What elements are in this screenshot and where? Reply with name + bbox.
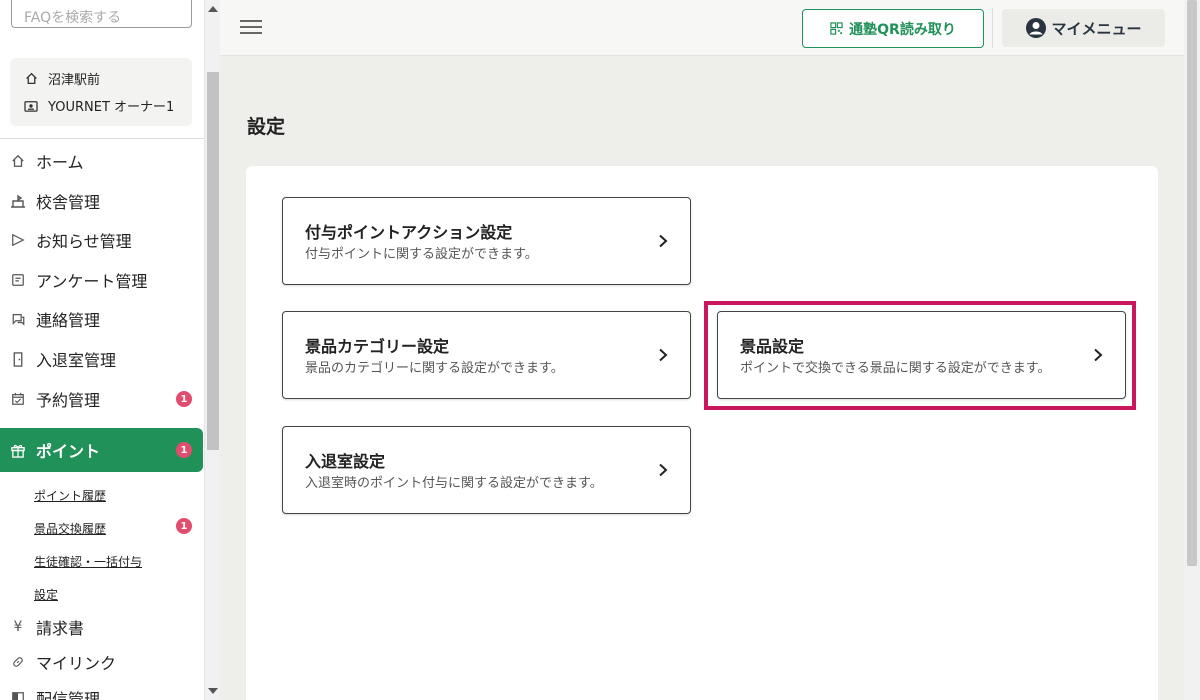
top-header: 通塾QR読み取り マイメニュー bbox=[220, 0, 1184, 56]
gift-icon bbox=[10, 442, 26, 458]
page-scrollbar[interactable] bbox=[1184, 0, 1200, 700]
user-name: YOURNET オーナー1 bbox=[48, 100, 175, 115]
card-description: 入退室時のポイント付与に関する設定ができます。 bbox=[305, 476, 603, 491]
my-menu-label: マイメニュー bbox=[1051, 19, 1142, 38]
school-row: 沼津駅前 bbox=[24, 69, 100, 88]
card-prize-settings[interactable]: 景品設定 ポイントで交換できる景品に関する設定ができます。 bbox=[717, 311, 1126, 399]
card-description: 景品のカテゴリーに関する設定ができます。 bbox=[305, 361, 564, 376]
divider bbox=[0, 138, 204, 139]
card-title: 景品設定 bbox=[740, 337, 805, 356]
door-icon bbox=[10, 351, 26, 367]
nav-item-news[interactable]: お知らせ管理 bbox=[10, 228, 132, 252]
link-icon bbox=[10, 654, 26, 670]
qr-button-label: 通塾QR読み取り bbox=[849, 21, 956, 38]
qr-code-icon bbox=[830, 22, 843, 35]
notification-badge: 1 bbox=[176, 442, 192, 458]
survey-icon bbox=[10, 272, 26, 288]
nav-item-mylink[interactable]: マイリンク bbox=[10, 650, 116, 674]
sidebar: FAQを検索する 沼津駅前 YOURNET オーナー1 ホーム 校舎管理 お知ら… bbox=[0, 0, 204, 700]
card-description: 付与ポイントに関する設定ができます。 bbox=[305, 247, 538, 262]
building-icon bbox=[10, 193, 26, 209]
card-title: 入退室設定 bbox=[305, 452, 386, 471]
hamburger-menu-icon[interactable] bbox=[240, 20, 262, 36]
yen-icon: ¥ bbox=[13, 619, 23, 635]
nav-item-invoice[interactable]: ¥ 請求書 bbox=[10, 615, 84, 639]
nav-label: 配信管理 bbox=[36, 690, 101, 700]
sub-item-exchange-history[interactable]: 景品交換履歴 bbox=[34, 520, 106, 537]
nav-label: 入退室管理 bbox=[36, 351, 117, 370]
home-icon bbox=[10, 153, 26, 169]
home-icon bbox=[24, 72, 38, 86]
nav-item-home[interactable]: ホーム bbox=[10, 149, 84, 173]
user-row: YOURNET オーナー1 bbox=[24, 96, 174, 115]
nav-label: ポイント bbox=[36, 442, 101, 461]
card-title: 付与ポイントアクション設定 bbox=[305, 223, 513, 242]
chevron-right-icon bbox=[656, 234, 670, 248]
nav-item-points[interactable]: ポイント bbox=[0, 428, 203, 472]
scroll-up-icon[interactable] bbox=[208, 6, 218, 12]
nav-item-broadcast[interactable]: 配信管理 bbox=[10, 686, 100, 700]
nav-item-attendance[interactable]: 入退室管理 bbox=[10, 347, 116, 371]
nav-label: アンケート管理 bbox=[36, 272, 148, 291]
card-description: ポイントで交換できる景品に関する設定ができます。 bbox=[740, 361, 1051, 376]
chat-icon bbox=[10, 311, 26, 327]
nav-label: お知らせ管理 bbox=[36, 232, 132, 251]
notification-badge: 1 bbox=[176, 518, 192, 534]
nav-label: マイリンク bbox=[36, 654, 117, 673]
id-card-icon bbox=[24, 99, 38, 113]
nav-label: 校舎管理 bbox=[36, 193, 101, 212]
nav-item-contact[interactable]: 連絡管理 bbox=[10, 307, 100, 331]
nav-label: ホーム bbox=[36, 153, 84, 172]
qr-scan-button[interactable]: 通塾QR読み取り bbox=[802, 9, 984, 48]
nav-label: 連絡管理 bbox=[36, 311, 101, 330]
faq-search-input[interactable]: FAQを検索する bbox=[11, 0, 192, 28]
card-title: 景品カテゴリー設定 bbox=[305, 337, 450, 356]
chevron-right-icon bbox=[1091, 348, 1105, 362]
nav-label: 請求書 bbox=[36, 619, 85, 638]
page-scroll-thumb[interactable] bbox=[1187, 0, 1197, 566]
page-title: 設定 bbox=[247, 116, 286, 138]
nav-item-survey[interactable]: アンケート管理 bbox=[10, 268, 147, 292]
sidebar-scrollbar[interactable] bbox=[204, 0, 220, 700]
broadcast-icon bbox=[10, 690, 26, 700]
card-prize-category-settings[interactable]: 景品カテゴリー設定 景品のカテゴリーに関する設定ができます。 bbox=[282, 311, 691, 399]
sub-item-point-history[interactable]: ポイント履歴 bbox=[34, 487, 106, 504]
chevron-right-icon bbox=[656, 348, 670, 362]
card-attendance-settings[interactable]: 入退室設定 入退室時のポイント付与に関する設定ができます。 bbox=[282, 426, 691, 514]
calendar-icon bbox=[10, 391, 26, 407]
card-point-action-settings[interactable]: 付与ポイントアクション設定 付与ポイントに関する設定ができます。 bbox=[282, 197, 691, 285]
nav-item-school[interactable]: 校舎管理 bbox=[10, 189, 100, 213]
header-divider bbox=[992, 8, 993, 48]
scroll-down-icon[interactable] bbox=[208, 688, 218, 694]
nav-label: 予約管理 bbox=[36, 391, 101, 410]
user-circle-icon bbox=[1025, 17, 1047, 39]
chevron-right-icon bbox=[656, 463, 670, 477]
notification-badge: 1 bbox=[176, 391, 192, 407]
sub-item-settings[interactable]: 設定 bbox=[34, 586, 58, 603]
sub-item-student-check[interactable]: 生徒確認・一括付与 bbox=[34, 553, 142, 570]
school-info: 沼津駅前 YOURNET オーナー1 bbox=[10, 58, 192, 126]
nav-item-reservation[interactable]: 予約管理 bbox=[10, 387, 100, 411]
my-menu-button[interactable]: マイメニュー bbox=[1002, 9, 1165, 47]
school-name: 沼津駅前 bbox=[48, 73, 101, 88]
sidebar-scroll-thumb[interactable] bbox=[207, 72, 219, 450]
send-icon bbox=[10, 232, 26, 248]
